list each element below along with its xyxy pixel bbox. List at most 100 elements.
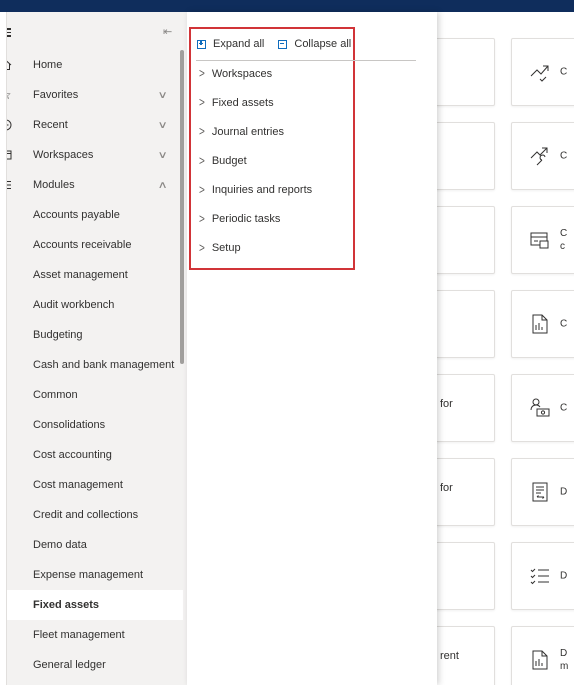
expand-icon <box>197 39 206 49</box>
tile-label: C <box>560 318 568 330</box>
tile-text-fragment: for <box>440 398 453 410</box>
module-general-ledger[interactable]: General ledger <box>7 650 183 680</box>
chevron-down-icon[interactable]: ∨ <box>158 120 168 131</box>
module-label: Expense management <box>33 569 144 581</box>
chevron-down-icon[interactable]: ∨ <box>158 150 168 161</box>
card-icon <box>528 228 552 252</box>
module-cost-accounting[interactable]: Cost accounting <box>7 440 183 470</box>
nav-item-label: Home <box>33 59 63 71</box>
chevron-down-icon[interactable]: ∨ <box>158 90 168 101</box>
flyout-group-journal-entries[interactable]: > Journal entries <box>199 122 284 142</box>
module-accounts-receivable[interactable]: Accounts receivable <box>7 230 183 260</box>
chevron-right-icon: > <box>199 66 205 82</box>
module-fleet-management[interactable]: Fleet management <box>7 620 183 650</box>
tile-right[interactable]: D m <box>511 626 574 685</box>
module-label: Accounts payable <box>33 209 120 221</box>
flyout-group-label: Fixed assets <box>211 97 274 109</box>
trend-wrench-icon <box>528 144 552 168</box>
chevron-right-icon: > <box>199 211 205 227</box>
nav-item-label: Favorites <box>33 89 79 101</box>
module-label: Accounts receivable <box>33 239 132 251</box>
module-label: Credit and collections <box>33 509 139 521</box>
nav-item-label: Workspaces <box>33 149 94 161</box>
module-common[interactable]: Common <box>7 380 183 410</box>
tile-right[interactable]: C c <box>511 206 574 274</box>
module-expense-management[interactable]: Expense management <box>7 560 183 590</box>
expand-all-button[interactable]: Expand all <box>197 38 264 50</box>
list-icon <box>7 178 13 192</box>
tile-text-fragment: rent <box>440 650 459 662</box>
navigation-pane: ⇤ Home ☆ Favorites ∨ Recent ∨ Workspaces… <box>7 12 187 685</box>
flyout-group-label: Budget <box>211 155 247 167</box>
flyout-group-workspaces[interactable]: > Workspaces <box>199 64 272 84</box>
collapse-icon <box>278 39 288 49</box>
tile-right[interactable]: D <box>511 458 574 526</box>
checklist-icon <box>528 564 552 588</box>
module-label: Fixed assets <box>33 599 100 611</box>
flyout-group-fixed-assets[interactable]: > Fixed assets <box>199 93 274 113</box>
workspace-icon <box>7 148 13 162</box>
pin-icon[interactable]: ⇤ <box>163 25 172 38</box>
nav-item-workspaces[interactable]: Workspaces ∨ <box>7 140 187 170</box>
module-cost-management[interactable]: Cost management <box>7 470 183 500</box>
flyout-group-label: Periodic tasks <box>211 213 281 225</box>
module-label: Budgeting <box>33 329 83 341</box>
nav-item-label: Recent <box>33 119 68 131</box>
tile-right[interactable]: C <box>511 374 574 442</box>
module-budgeting[interactable]: Budgeting <box>7 320 183 350</box>
tile-right[interactable]: D <box>511 542 574 610</box>
module-audit-workbench[interactable]: Audit workbench <box>7 290 183 320</box>
trend-icon <box>528 60 552 84</box>
module-demo-data[interactable]: Demo data <box>7 530 183 560</box>
chevron-right-icon: > <box>199 153 205 169</box>
document-chart-icon <box>528 648 552 672</box>
nav-item-recent[interactable]: Recent ∨ <box>7 110 187 140</box>
module-label: General ledger <box>33 659 106 671</box>
flyout-group-label: Journal entries <box>211 126 284 138</box>
flyout-group-periodic-tasks[interactable]: > Periodic tasks <box>199 209 280 229</box>
clock-icon <box>7 118 13 132</box>
tile-right[interactable]: C <box>511 290 574 358</box>
tile-label: C <box>560 150 568 162</box>
collapse-all-button[interactable]: Collapse all <box>278 38 351 50</box>
tile-right[interactable]: C <box>511 122 574 190</box>
module-consolidations[interactable]: Consolidations <box>7 410 183 440</box>
module-asset-management[interactable]: Asset management <box>7 260 183 290</box>
flyout-group-setup[interactable]: > Setup <box>199 238 241 258</box>
flyout-group-inquiries-and-reports[interactable]: > Inquiries and reports <box>199 180 312 200</box>
module-label: Cost accounting <box>33 449 112 461</box>
document-arrows-icon <box>528 480 552 504</box>
nav-item-label: Modules <box>33 179 75 191</box>
nav-pane-header: ⇤ <box>7 24 187 42</box>
module-credit-and-collections[interactable]: Credit and collections <box>7 500 183 530</box>
module-label: Cash and bank management <box>33 359 175 371</box>
module-cash-and-bank-management[interactable]: Cash and bank management <box>7 350 183 380</box>
chevron-up-icon[interactable]: ∧ <box>158 180 168 191</box>
module-fixed-assets[interactable]: Fixed assets <box>7 590 183 620</box>
nav-scrollbar[interactable] <box>180 50 184 364</box>
user-money-icon <box>528 396 552 420</box>
flyout-actions: Expand all Collapse all <box>197 38 365 50</box>
flyout-group-budget[interactable]: > Budget <box>199 151 247 171</box>
tile-right[interactable]: C <box>511 38 574 106</box>
tile-text-fragment: for <box>440 482 453 494</box>
chevron-right-icon: > <box>199 240 205 256</box>
nav-item-modules[interactable]: Modules ∧ <box>7 170 187 200</box>
flyout-group-label: Setup <box>211 242 241 254</box>
left-edge-strip <box>0 12 7 685</box>
hamburger-icon[interactable] <box>7 26 15 40</box>
module-label: Asset management <box>33 269 128 281</box>
tile-label: C <box>560 66 568 78</box>
nav-item-favorites[interactable]: ☆ Favorites ∨ <box>7 80 187 110</box>
flyout-group-label: Inquiries and reports <box>211 184 313 196</box>
flyout-divider <box>196 60 416 61</box>
module-label: Common <box>33 389 78 401</box>
chevron-right-icon: > <box>199 182 205 198</box>
top-app-bar <box>0 0 574 12</box>
module-label: Cost management <box>33 479 123 491</box>
module-label: Fleet management <box>33 629 125 641</box>
module-accounts-payable[interactable]: Accounts payable <box>7 200 183 230</box>
tile-label: C <box>560 402 568 414</box>
tile-label: D <box>560 486 568 498</box>
nav-item-home[interactable]: Home <box>7 50 187 80</box>
